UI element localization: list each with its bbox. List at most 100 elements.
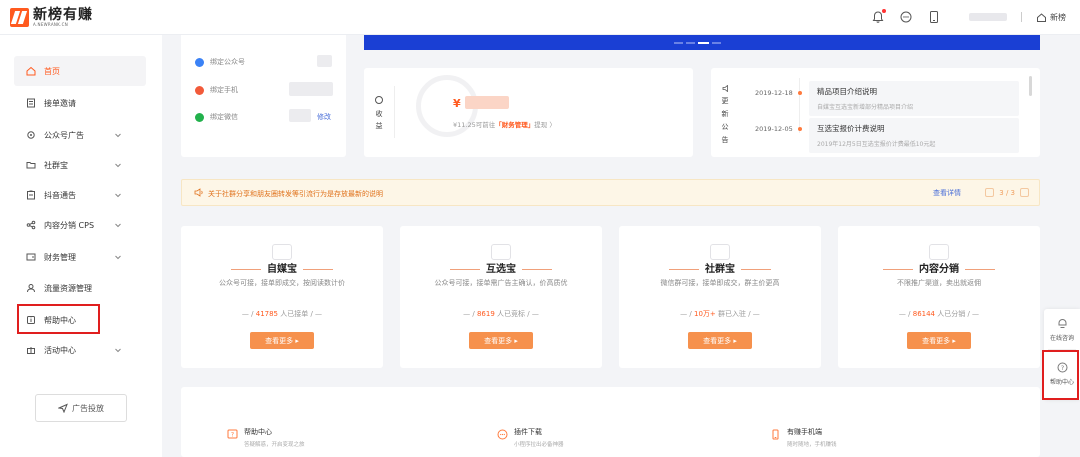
product-card[interactable]: 互选宝 公众号可接，接单需广告主确认，价高质优 — / 8619 人已竞标 / … — [400, 226, 602, 368]
product-card[interactable]: 自媒宝 公众号可接，接单即成交，按阅读数计价 — / 41785 人已接单 / … — [181, 226, 383, 368]
announcement-item[interactable]: 互选宝报价计费说明 2019年12月5日互选宝报价计费最低10元起 — [809, 118, 1019, 153]
notice-text[interactable]: 关于社群分享和朋友圈转发等引流行为是存放最新的说明 — [208, 189, 383, 199]
scrollbar[interactable] — [1029, 76, 1032, 96]
sidebar-item-traffic[interactable]: 流量资源管理 — [14, 273, 146, 303]
send-icon — [58, 403, 68, 413]
income-card: 收益 ¥ ¥11.25可前往「财务管理」提现 〉 — [364, 68, 693, 157]
sidebar-item-label: 首页 — [44, 66, 60, 76]
chevron-down-icon — [114, 253, 122, 261]
avatar[interactable] — [969, 13, 1007, 21]
mobile-app-link[interactable]: 有赚手机端 随时随地，手机赚钱 — [770, 427, 837, 448]
bind-wechat-label: 绑定微信 — [210, 113, 238, 121]
product-stat: — / 86144 人已分销 / — — [898, 310, 980, 318]
sidebar-item-order-invites[interactable]: 接单邀请 — [14, 88, 146, 118]
speaker-icon — [194, 188, 204, 197]
bind-phone-row[interactable]: 绑定手机 — [195, 85, 238, 95]
announcement-date: 2019-12-05 — [755, 125, 793, 133]
view-more-button[interactable]: 查看更多 ▸ — [469, 332, 533, 349]
product-title: 社群宝 — [705, 264, 735, 275]
home-icon — [26, 66, 36, 76]
consult-icon — [1058, 318, 1066, 328]
plugin-download-link[interactable]: 插件下载 小程序拉出必备神器 — [497, 427, 564, 448]
chat-icon[interactable] — [899, 10, 913, 24]
sidebar-item-label: 流量资源管理 — [44, 283, 92, 293]
help-center-link[interactable]: ? 帮助中心 答疑解惑，开启变现之旅 — [227, 427, 305, 448]
sidebar-item-finance[interactable]: 财务管理 — [14, 242, 146, 272]
ad-placement-button[interactable]: 广告投放 — [35, 394, 127, 422]
sidebar-item-community[interactable]: 社群宝 — [14, 150, 146, 180]
share-icon — [26, 220, 36, 230]
chevron-down-icon — [114, 221, 122, 229]
sidebar-item-label: 内容分销 CPS — [44, 220, 95, 230]
product-desc: 不限推广渠道，卖出就返佣 — [897, 279, 981, 287]
mobile-icon[interactable] — [927, 10, 941, 24]
sidebar-item-douyin[interactable]: 抖音通告 — [14, 180, 146, 210]
sidebar-item-label: 公众号广告 — [44, 130, 84, 140]
view-more-button[interactable]: 查看更多 ▸ — [250, 332, 314, 349]
edit-link[interactable]: 修改 — [317, 112, 331, 122]
sidebar-item-events[interactable]: 活动中心 — [14, 335, 146, 365]
view-more-button[interactable]: 查看更多 ▸ — [907, 332, 971, 349]
logo[interactable]: 新榜有赚 A.NEWRANK.CN — [10, 6, 93, 28]
logo-icon — [10, 7, 29, 27]
chevron-down-icon — [114, 191, 122, 199]
announcements-label: 更新公告 — [721, 97, 729, 144]
home-icon — [1037, 12, 1046, 22]
product-desc: 微信群可接，接单即成交，群主价更高 — [660, 279, 780, 287]
highlight-box-sidebar-help — [17, 304, 100, 334]
account-card: 绑定公众号 绑定手机 绑定微信 修改 — [181, 35, 346, 157]
income-currency: ¥ — [453, 97, 461, 110]
notice-page-label: 3 / 3 — [999, 188, 1015, 197]
carousel-indicators[interactable] — [674, 42, 721, 44]
phone-icon — [195, 85, 204, 95]
product-card[interactable]: 社群宝 微信群可接，接单即成交，群主价更高 — / 10万+ 群已入驻 / — … — [619, 226, 821, 368]
announcement-item[interactable]: 精品项目介绍说明 自媒宝互选宝新增部分精品项目介绍 — [809, 81, 1019, 116]
svg-text:?: ? — [231, 432, 234, 439]
online-consult-button[interactable]: 在线咨询 — [1044, 318, 1080, 342]
mobile-icon — [772, 429, 779, 440]
chevron-down-icon — [114, 161, 122, 169]
view-more-button[interactable]: 查看更多 ▸ — [688, 332, 752, 349]
ad-placement-label: 广告投放 — [72, 403, 104, 413]
sidebar-item-label: 社群宝 — [44, 160, 68, 170]
product-title: 互选宝 — [486, 264, 516, 275]
help-icon: ? — [227, 429, 238, 439]
bind-wechat-official-label: 绑定公众号 — [210, 58, 245, 66]
footer-links-card: ? 帮助中心 答疑解惑，开启变现之旅 插件下载 小程序拉出必备神器 有赚手机端 随时随… — [181, 387, 1040, 457]
bind-wechat-official-row[interactable]: 绑定公众号 — [195, 57, 245, 67]
logo-subtitle: A.NEWRANK.CN — [33, 21, 69, 27]
next-page-button[interactable] — [1020, 188, 1029, 197]
income-label: 收益 — [375, 110, 383, 130]
coin-icon — [375, 96, 383, 104]
chevron-down-icon — [114, 131, 122, 139]
highlight-box-float-help — [1042, 350, 1079, 400]
sidebar-item-label: 抖音通告 — [44, 190, 76, 200]
product-stat: — / 10万+ 群已入驻 / — — [680, 310, 760, 318]
product-desc: 公众号可接，接单需广告主确认，价高质优 — [434, 279, 568, 287]
gift-icon — [26, 345, 36, 355]
prev-page-button[interactable] — [985, 188, 995, 197]
banner-carousel[interactable] — [364, 35, 1040, 50]
announcement-date: 2019-12-18 — [755, 89, 793, 97]
notice-pager: 3 / 3 — [985, 188, 1029, 197]
chat-icon — [497, 429, 508, 440]
new-button[interactable]: 新榜 — [1036, 12, 1066, 23]
income-hint[interactable]: ¥11.25可前往「财务管理」提现 〉 — [453, 119, 556, 129]
sidebar-item-wechat-ads[interactable]: 公众号广告 — [14, 120, 146, 150]
user-icon — [26, 283, 36, 293]
bind-wechat-row[interactable]: 绑定微信 — [195, 112, 238, 122]
bind-phone-label: 绑定手机 — [210, 86, 238, 94]
sidebar-item-cps[interactable]: 内容分销 CPS — [14, 210, 146, 240]
product-icon — [710, 244, 730, 260]
notice-more-link[interactable]: 查看详情 — [933, 188, 961, 198]
divider — [1021, 12, 1022, 22]
wechat-official-icon — [195, 57, 204, 67]
wallet-icon — [26, 252, 36, 262]
gear-icon — [26, 130, 36, 140]
sidebar-item-home[interactable]: 首页 — [14, 56, 146, 86]
bell-icon[interactable] — [871, 9, 886, 24]
wechat-icon — [195, 112, 204, 122]
sidebar-item-label: 财务管理 — [44, 252, 76, 262]
product-card[interactable]: 内容分销 不限推广渠道，卖出就返佣 — / 86144 人已分销 / — 查看更… — [838, 226, 1040, 368]
product-icon — [272, 244, 292, 260]
